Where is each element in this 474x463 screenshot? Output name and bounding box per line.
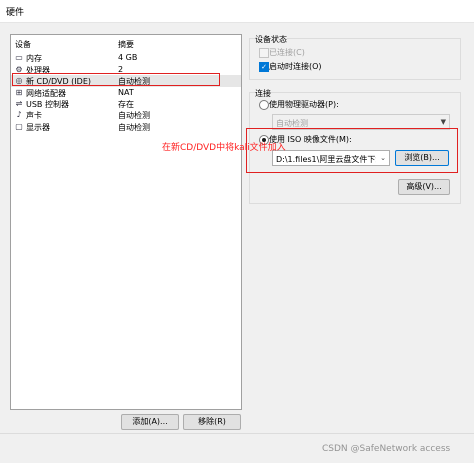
- window-titlebar: 硬件: [0, 0, 474, 23]
- device-row-display[interactable]: ▢ 显示器 自动检测: [11, 121, 241, 133]
- usb-icon: ⇌: [15, 99, 23, 108]
- annotation-text: 在新CD/DVD中将kali文件加入: [162, 143, 286, 153]
- device-name: 显示器: [26, 123, 50, 132]
- bottom-divider: [0, 433, 474, 434]
- physical-drive-radio[interactable]: [259, 100, 269, 110]
- memory-icon: ▭: [15, 53, 23, 62]
- remove-device-button[interactable]: 移除(R): [183, 414, 241, 430]
- device-row-sound-card[interactable]: ♪ 声卡 自动检测: [11, 109, 241, 121]
- add-device-button[interactable]: 添加(A)...: [121, 414, 179, 430]
- highlight-box-cd-dvd: [12, 73, 220, 86]
- advanced-button[interactable]: 高级(V)...: [398, 179, 450, 195]
- window-title: 硬件: [6, 8, 25, 18]
- sound-icon: ♪: [16, 110, 22, 119]
- device-row-memory[interactable]: ▭ 内存 4 GB: [11, 52, 241, 64]
- watermark-text: CSDN @SafeNetwork access: [322, 444, 451, 454]
- connected-label: 已连接(C): [269, 48, 305, 57]
- connected-checkbox[interactable]: [259, 48, 269, 58]
- device-name: 声卡: [26, 111, 42, 120]
- display-icon: ▢: [15, 122, 23, 131]
- column-header-summary[interactable]: 摘要: [118, 39, 134, 50]
- chevron-down-icon: ▼: [440, 118, 446, 126]
- physical-drive-label: 使用物理驱动器(P):: [269, 100, 339, 109]
- connect-at-power-on-label: 启动时连接(O): [269, 62, 322, 71]
- device-list-header: 设备 摘要: [11, 35, 241, 49]
- device-summary: 4 GB: [118, 53, 138, 62]
- connect-at-power-on-checkbox[interactable]: ✓: [259, 62, 269, 72]
- device-summary: NAT: [118, 88, 134, 97]
- device-list[interactable]: 设备 摘要 ▭ 内存 4 GB ⚙ 处理器 2 ◎ 新 CD/DVD (IDE)…: [10, 34, 242, 410]
- device-summary: 自动检测: [118, 123, 150, 132]
- network-icon: ⊞: [15, 88, 23, 97]
- device-status-label: 设备状态: [255, 34, 287, 45]
- connection-label: 连接: [255, 88, 271, 99]
- column-header-device[interactable]: 设备: [15, 39, 31, 50]
- device-name: 内存: [26, 54, 42, 63]
- device-summary: 自动检测: [118, 111, 150, 120]
